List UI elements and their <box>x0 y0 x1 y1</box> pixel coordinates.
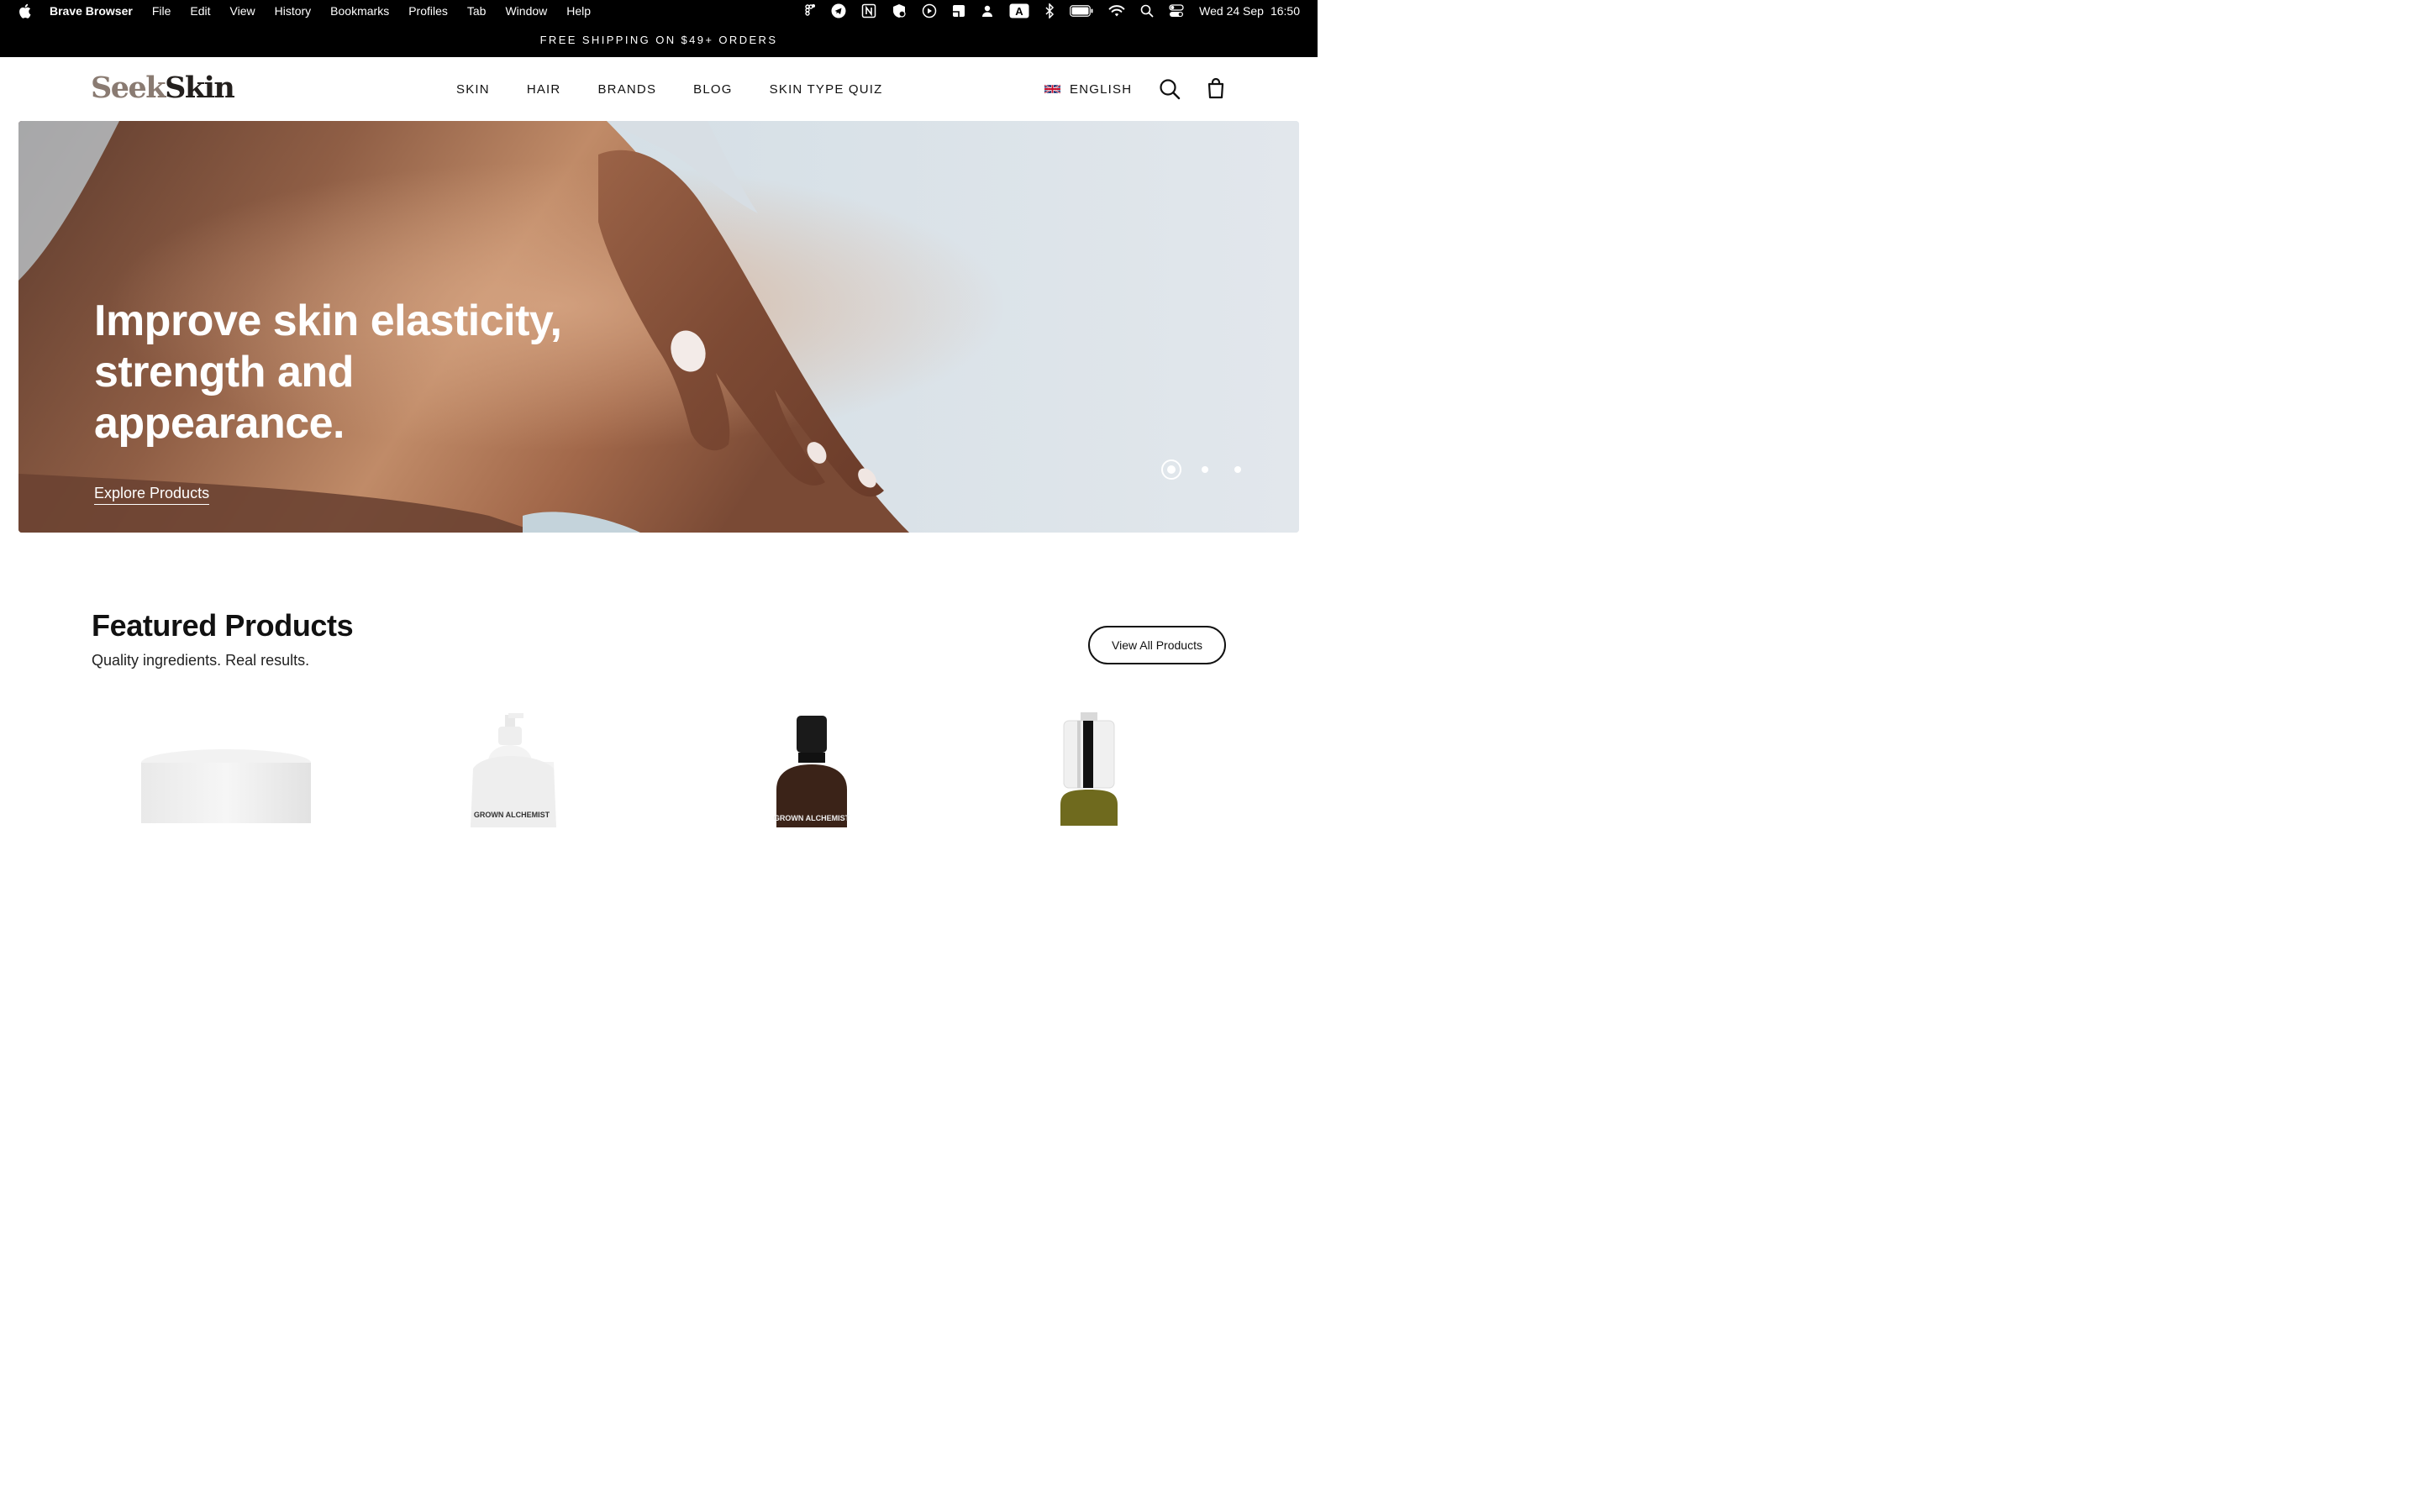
nav-blog[interactable]: BLOG <box>693 82 732 97</box>
carousel-dots <box>1161 459 1267 480</box>
product-card-1[interactable] <box>134 706 319 823</box>
menu-tab[interactable]: Tab <box>467 4 487 18</box>
nav-skin[interactable]: SKIN <box>456 82 490 97</box>
notes-icon[interactable] <box>952 0 965 22</box>
shopping-bag-icon[interactable] <box>1207 77 1225 99</box>
menu-app-name[interactable]: Brave Browser <box>50 4 133 18</box>
carousel-dot-1[interactable] <box>1161 459 1181 480</box>
nav-skin-type-quiz[interactable]: SKIN TYPE QUIZ <box>770 82 883 97</box>
language-selector[interactable]: ENGLISH <box>1044 57 1132 121</box>
svg-text:GROWN ALCHEMIST: GROWN ALCHEMIST <box>474 811 550 819</box>
menu-profiles[interactable]: Profiles <box>408 4 448 18</box>
svg-text:GROWN ALCHEMIST: GROWN ALCHEMIST <box>774 814 850 822</box>
clock-date: Wed 24 Sep <box>1199 4 1264 18</box>
explore-products-link[interactable]: Explore Products <box>94 485 210 505</box>
notion-icon[interactable] <box>861 0 876 22</box>
featured-subtitle: Quality ingredients. Real results. <box>92 652 310 669</box>
menu-help[interactable]: Help <box>566 4 591 18</box>
product-card-2[interactable]: GROWN ALCHEMIST <box>466 710 560 827</box>
svg-text:A: A <box>1015 5 1023 18</box>
logo-skin: Skin <box>165 71 235 105</box>
product-image-jar <box>141 749 311 823</box>
search-icon[interactable] <box>1159 78 1181 100</box>
spotlight-search-icon[interactable] <box>1140 0 1154 22</box>
wifi-icon[interactable] <box>1108 0 1125 22</box>
view-all-products-button[interactable]: View All Products <box>1088 626 1226 664</box>
site-header: SeekSkin SKIN HAIR BRANDS BLOG SKIN TYPE… <box>0 57 1318 121</box>
product-image-pump-bottle: GROWN ALCHEMIST <box>471 713 556 827</box>
menu-bookmarks[interactable]: Bookmarks <box>330 4 389 18</box>
figma-icon[interactable] <box>804 0 816 22</box>
hero-title: Improve skin elasticity, strength and ap… <box>94 297 562 448</box>
control-center-icon[interactable] <box>1169 0 1184 22</box>
menu-window[interactable]: Window <box>505 4 547 18</box>
hero-banner: Improve skin elasticity, strength and ap… <box>18 121 1299 533</box>
menu-file[interactable]: File <box>152 4 171 18</box>
telegram-icon[interactable] <box>831 0 846 22</box>
language-label: ENGLISH <box>1070 81 1133 97</box>
menu-history[interactable]: History <box>275 4 312 18</box>
shield-icon[interactable] <box>892 0 907 22</box>
bluetooth-icon[interactable] <box>1044 0 1055 22</box>
clock-time: 16:50 <box>1270 4 1300 18</box>
status-area: A Wed 24 Sep 16:50 <box>804 0 1318 22</box>
carousel-dot-3[interactable] <box>1234 466 1241 473</box>
announcement-bar: FREE SHIPPING ON $49+ ORDERS <box>0 22 1318 57</box>
uk-flag-icon <box>1044 84 1060 94</box>
nav-brands[interactable]: BRANDS <box>597 82 656 97</box>
menu-bar: Brave Browser File Edit View History Boo… <box>0 0 1318 22</box>
play-icon[interactable] <box>922 0 937 22</box>
product-image-amber-spray: GROWN ALCHEMIST <box>774 716 850 827</box>
product-image-serum-dropper <box>1060 712 1118 826</box>
product-card-4[interactable] <box>1057 712 1121 826</box>
apple-logo-icon[interactable] <box>18 3 32 18</box>
menu-view[interactable]: View <box>230 4 255 18</box>
carousel-dot-2[interactable] <box>1202 466 1208 473</box>
menu-edit[interactable]: Edit <box>190 4 210 18</box>
battery-icon[interactable] <box>1070 0 1093 22</box>
site-logo[interactable]: SeekSkin <box>91 71 235 106</box>
featured-title: Featured Products <box>92 608 354 643</box>
announcement-text: FREE SHIPPING ON $49+ ORDERS <box>539 33 778 46</box>
main-nav: SKIN HAIR BRANDS BLOG SKIN TYPE QUIZ <box>456 57 920 121</box>
user-icon[interactable] <box>981 0 994 22</box>
keyboard-input-icon[interactable]: A <box>1009 0 1029 22</box>
logo-seek: Seek <box>91 71 166 105</box>
product-card-3[interactable]: GROWN ALCHEMIST <box>773 714 850 827</box>
menubar-clock[interactable]: Wed 24 Sep 16:50 <box>1199 4 1300 18</box>
nav-hair[interactable]: HAIR <box>527 82 561 97</box>
